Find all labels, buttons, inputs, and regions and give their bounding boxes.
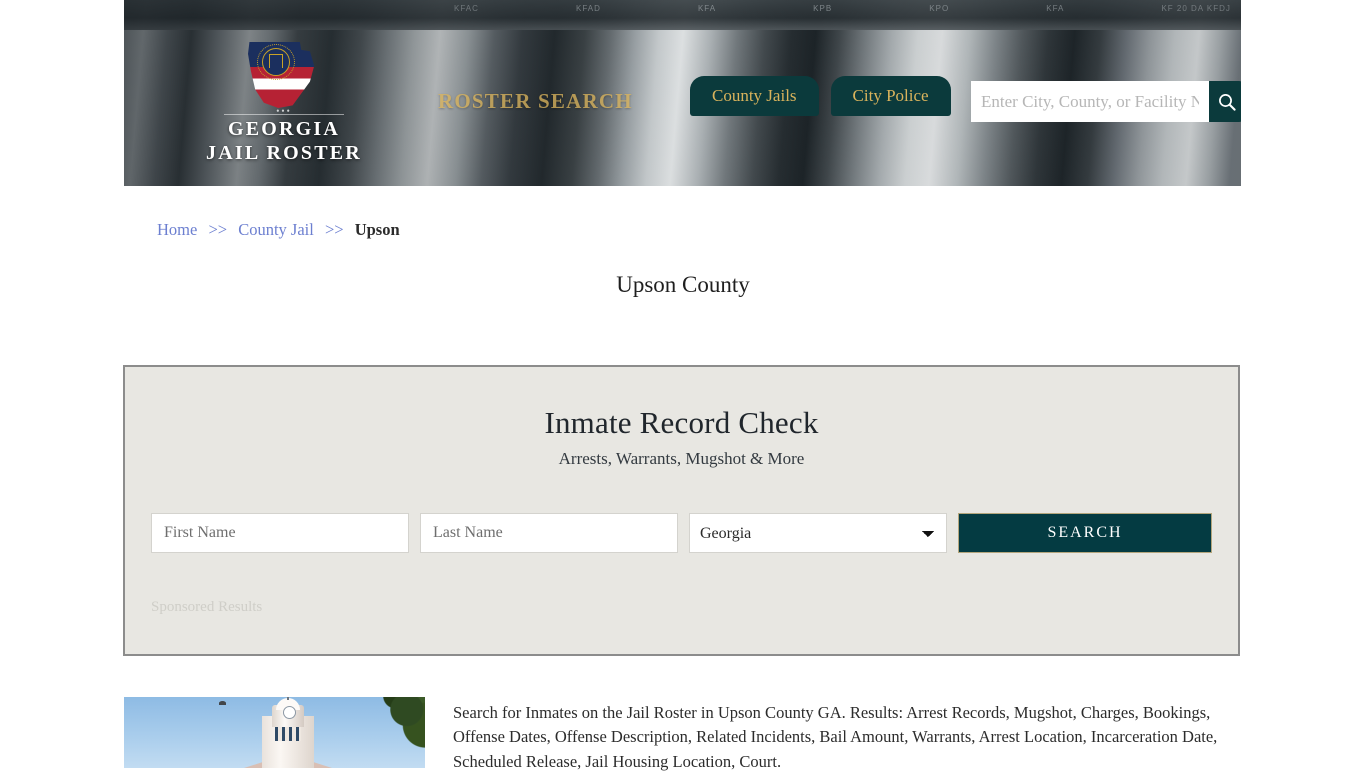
nav-city-police[interactable]: City Police xyxy=(830,76,951,116)
thumbnail-tree xyxy=(355,697,425,753)
header-search-input[interactable] xyxy=(971,81,1209,122)
breadcrumb-home[interactable]: Home xyxy=(157,220,197,239)
header-nav: County Jails City Police xyxy=(690,76,951,116)
courthouse-thumbnail[interactable] xyxy=(124,697,425,768)
search-button[interactable]: SEARCH xyxy=(958,513,1212,553)
sponsored-results-label: Sponsored Results xyxy=(151,599,263,615)
thumbnail-bird xyxy=(219,701,226,705)
site-header-banner: KFAC KFAD KFA KPB KPO KFA KF 20 DA KFDJ … xyxy=(124,0,1241,186)
logo-divider xyxy=(224,114,344,115)
nav-county-jails[interactable]: County Jails xyxy=(690,76,819,116)
clock-icon xyxy=(283,706,296,719)
page-description: Search for Inmates on the Jail Roster in… xyxy=(453,703,1218,771)
content-row: Search for Inmates on the Jail Roster in… xyxy=(124,697,1241,774)
site-logo[interactable]: GEORGIA JAIL ROSTER xyxy=(189,42,379,166)
breadcrumb-current: Upson xyxy=(354,220,400,239)
state-seal-icon xyxy=(262,48,290,76)
page-title: Upson County xyxy=(616,272,750,297)
breadcrumb-separator: >> xyxy=(208,220,228,239)
breadcrumb-county-jail[interactable]: County Jail xyxy=(238,220,314,239)
header-search-group xyxy=(971,81,1241,122)
header-search-button[interactable] xyxy=(1209,81,1241,122)
panel-title: Inmate Record Check xyxy=(544,405,819,440)
panel-subtitle: Arrests, Warrants, Mugshot & More xyxy=(558,449,805,468)
first-name-input[interactable] xyxy=(151,513,409,553)
georgia-state-flag-icon xyxy=(248,42,320,108)
state-select[interactable]: Georgia xyxy=(689,513,947,553)
thumbnail-windows xyxy=(275,727,301,741)
page-root: KFAC KFAD KFA KPB KPO KFA KF 20 DA KFDJ … xyxy=(0,0,1366,771)
logo-text-line1: GEORGIA xyxy=(227,118,341,140)
inmate-record-check-panel: Inmate Record Check Arrests, Warrants, M… xyxy=(123,365,1240,656)
thumbnail-spire xyxy=(287,697,289,700)
logo-text-line2: JAIL ROSTER xyxy=(206,142,362,165)
breadcrumb: Home >> County Jail >> Upson xyxy=(157,220,400,240)
inmate-search-form: Georgia SEARCH xyxy=(151,513,1212,553)
last-name-input[interactable] xyxy=(420,513,678,553)
search-icon xyxy=(1219,93,1236,111)
header-tagline: ROSTER SEARCH xyxy=(438,89,633,113)
breadcrumb-separator: >> xyxy=(324,220,344,239)
